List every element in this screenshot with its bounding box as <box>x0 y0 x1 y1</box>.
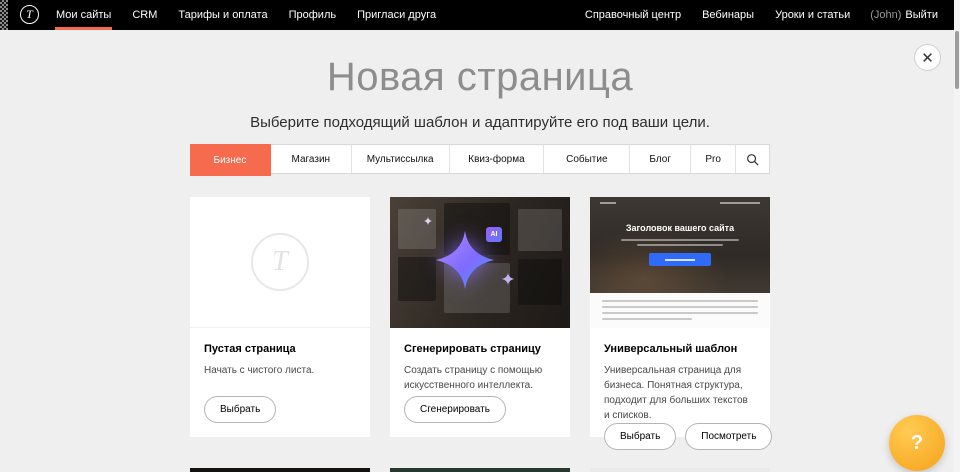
primary-nav: Мои сайты CRM Тарифы и оплата Профиль Пр… <box>55 0 456 30</box>
preview-heading: Заголовок вашего сайта <box>626 223 734 233</box>
card-body: Универсальный шаблон Универсальная стран… <box>590 328 770 464</box>
small-sparkle-icon <box>424 217 432 225</box>
tab-business[interactable]: Бизнес <box>190 144 271 176</box>
preview-tile <box>398 209 436 249</box>
card-body: Сгенерировать страницу Создать страницу … <box>390 328 570 437</box>
logout-link[interactable]: Выйти <box>905 9 938 21</box>
card-title: Сгенерировать страницу <box>404 343 556 355</box>
template-cards-grid: T Пустая страница Начать с чистого листа… <box>190 197 770 472</box>
template-card-partial[interactable] <box>390 468 570 472</box>
new-page-modal-screen: T Мои сайты CRM Тарифы и оплата Профиль … <box>0 0 960 472</box>
preview-nav-bars <box>600 202 760 205</box>
tab-pro[interactable]: Pro <box>691 145 736 173</box>
card-actions: Выбрать <box>204 396 356 423</box>
preview-text-line <box>637 244 723 246</box>
template-category-tabs: Бизнес Магазин Мультиссылка Квиз-форма С… <box>190 144 770 174</box>
blank-template-preview: T <box>190 197 370 328</box>
nav-item-my-sites[interactable]: Мои сайты <box>55 0 112 30</box>
user-name-label: (John) <box>870 9 901 21</box>
template-card-universal: Заголовок вашего сайта Универсальный шаб… <box>590 197 770 437</box>
card-title: Пустая страница <box>204 343 356 355</box>
question-mark-icon: ? <box>911 432 923 455</box>
card-body: Пустая страница Начать с чистого листа. … <box>190 328 370 437</box>
nav-item-webinars[interactable]: Вебинары <box>701 6 755 24</box>
preview-text-line <box>621 239 739 241</box>
tab-multilink[interactable]: Мультиссылка <box>352 145 450 173</box>
tab-quiz-form[interactable]: Квиз-форма <box>450 145 545 173</box>
page-scrollbar[interactable] <box>954 0 960 472</box>
tab-store[interactable]: Магазин <box>271 145 352 173</box>
search-icon <box>746 153 759 166</box>
scrollbar-thumb[interactable] <box>955 31 959 89</box>
template-card-partial[interactable] <box>590 468 770 472</box>
close-button[interactable]: ✕ <box>914 44 941 71</box>
generate-button[interactable]: Сгенерировать <box>404 396 506 423</box>
template-card-partial[interactable] <box>190 468 370 472</box>
top-navigation-bar: T Мои сайты CRM Тарифы и оплата Профиль … <box>0 0 960 30</box>
secondary-nav: Справочный центр Вебинары Уроки и статьи… <box>565 0 938 30</box>
nav-item-crm[interactable]: CRM <box>131 0 158 30</box>
nav-item-help-center[interactable]: Справочный центр <box>584 6 682 24</box>
card-actions: Сгенерировать <box>404 396 556 423</box>
choose-button[interactable]: Выбрать <box>204 396 276 423</box>
card-actions: Выбрать Посмотреть <box>604 423 756 450</box>
ai-badge: AI <box>486 227 502 242</box>
tab-search[interactable] <box>736 145 769 173</box>
nav-item-lessons[interactable]: Уроки и статьи <box>774 6 851 24</box>
card-description: Универсальная страница для бизнеса. Поня… <box>604 363 756 423</box>
page-subtitle: Выберите подходящий шаблон и адаптируйте… <box>0 114 960 132</box>
nav-item-invite-friend[interactable]: Пригласи друга <box>356 0 437 30</box>
help-button[interactable]: ? <box>889 415 945 471</box>
nav-item-plans[interactable]: Тарифы и оплата <box>177 0 268 30</box>
tab-event[interactable]: Событие <box>544 145 630 173</box>
preview-hero-section: Заголовок вашего сайта <box>590 197 770 293</box>
card-description: Создать страницу с помощью искусственног… <box>404 363 556 393</box>
template-card-blank-page: T Пустая страница Начать с чистого листа… <box>190 197 370 437</box>
nav-item-profile[interactable]: Профиль <box>288 0 338 30</box>
preview-tile <box>398 257 436 301</box>
small-sparkle-icon <box>502 273 514 285</box>
preview-tile <box>518 209 562 251</box>
view-button[interactable]: Посмотреть <box>685 423 772 450</box>
preview-text-section <box>590 293 770 328</box>
preview-cta-button <box>649 253 711 266</box>
tilda-logo-icon[interactable]: T <box>20 5 39 24</box>
preview-tile <box>518 259 562 305</box>
tab-blog[interactable]: Блог <box>630 145 691 173</box>
close-icon: ✕ <box>921 49 934 67</box>
universal-template-preview: Заголовок вашего сайта <box>590 197 770 328</box>
edge-checker-pattern <box>0 0 8 30</box>
card-title: Универсальный шаблон <box>604 343 756 355</box>
template-card-ai-generate: AI Сгенерировать страницу Создать страни… <box>390 197 570 437</box>
card-description: Начать с чистого листа. <box>204 363 356 378</box>
choose-button[interactable]: Выбрать <box>604 423 676 450</box>
tilda-watermark-icon: T <box>251 233 309 291</box>
ai-template-preview: AI <box>390 197 570 328</box>
page-title: Новая страница <box>0 54 960 100</box>
